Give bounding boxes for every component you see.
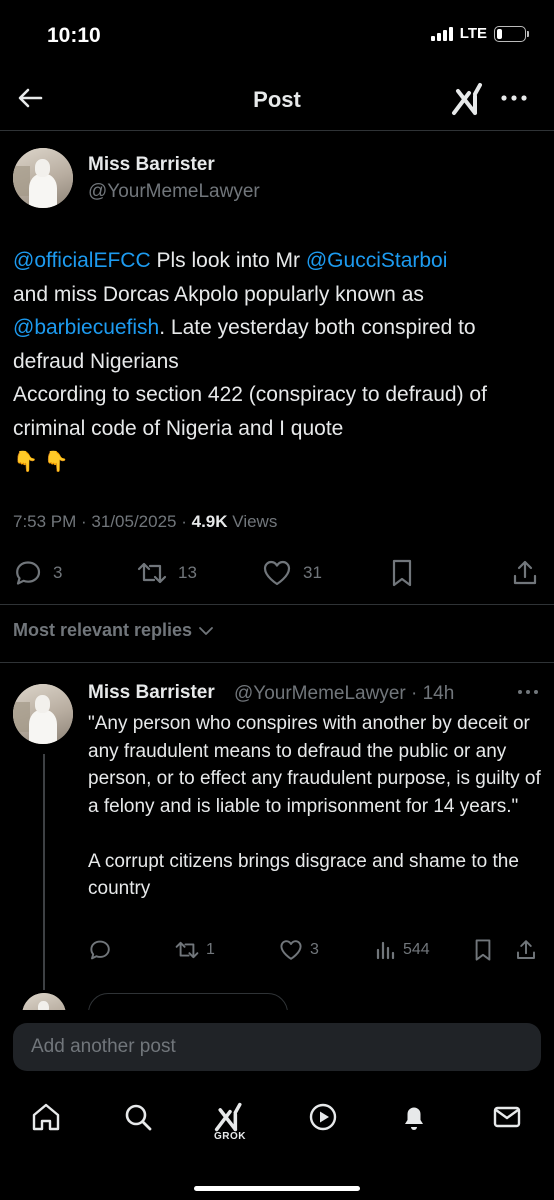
reply-repost-count: 1 (206, 941, 215, 958)
bottom-nav: GROK (0, 1085, 554, 1200)
bookmark-icon (392, 559, 412, 587)
reply-more-icon[interactable] (515, 682, 541, 702)
reply-author-avatar[interactable] (13, 684, 73, 744)
search-icon[interactable] (120, 1099, 156, 1135)
compose-input[interactable]: Add another post (13, 1023, 541, 1071)
post-meta: 7:53 PM · 31/05/2025 · 4.9K Views (13, 512, 278, 531)
home-icon[interactable] (28, 1099, 64, 1135)
network-label: LTE (459, 25, 487, 42)
share-icon (513, 560, 537, 585)
status-bar: 10:10 LTE (0, 0, 554, 70)
compose-placeholder: Add another post (31, 1036, 176, 1057)
post-body: @officialEFCC Pls look into Mr @GucciSta… (13, 244, 538, 480)
mention-link[interactable]: @officialEFCC (13, 249, 151, 272)
bookmark-button[interactable] (389, 558, 415, 588)
mention-link[interactable]: @barbiecuefish (13, 316, 159, 339)
heart-icon (263, 560, 291, 586)
reply-button[interactable]: 3 (13, 558, 62, 588)
heart-icon (280, 940, 302, 960)
status-time: 10:10 (47, 24, 101, 47)
views-count: 4.9K (191, 512, 228, 531)
post-text-segment: Pls look into Mr (150, 249, 306, 272)
reply-share-button[interactable] (514, 938, 538, 962)
mention-link[interactable]: @GucciStarboi (306, 249, 448, 272)
grok-icon[interactable] (212, 1099, 248, 1135)
like-count: 31 (303, 563, 322, 582)
reply-handle-text: @YourMemeLawyer (234, 683, 406, 704)
more-options-icon[interactable] (497, 86, 531, 110)
notifications-icon[interactable] (396, 1099, 432, 1135)
grok-icon[interactable] (451, 82, 487, 116)
replies-divider (0, 662, 554, 663)
repost-button[interactable]: 13 (136, 558, 197, 588)
reply-like-count: 3 (310, 941, 319, 958)
repost-icon (137, 562, 167, 584)
share-icon (517, 940, 535, 959)
pointing-down-emoji: 👇 👇 (13, 451, 69, 473)
like-button[interactable]: 31 (261, 558, 322, 588)
reply-body: "Any person who conspires with another b… (88, 710, 543, 903)
replies-sort-dropdown[interactable]: Most relevant replies (13, 620, 214, 641)
status-indicators: LTE (430, 25, 529, 42)
video-icon[interactable] (305, 1099, 341, 1135)
reply-paragraph: A corrupt citizens brings disgrace and s… (88, 850, 519, 900)
chevron-down-icon (199, 626, 213, 635)
home-indicator (194, 1186, 360, 1191)
battery-icon (494, 25, 529, 42)
reply-like-button[interactable]: 3 (278, 938, 319, 962)
reply-reply-button[interactable] (88, 938, 112, 962)
reply-paragraph: "Any person who conspires with another b… (88, 713, 541, 817)
reply-author-name[interactable]: Miss Barrister (88, 682, 215, 704)
bookmark-icon (475, 939, 491, 961)
author-name[interactable]: Miss Barrister (88, 154, 215, 176)
repost-count: 13 (178, 563, 197, 582)
reply-count: 3 (53, 563, 63, 582)
reply-views-count: 544 (403, 941, 430, 958)
messages-icon[interactable] (489, 1099, 525, 1135)
post-text-segment: According to section 422 (conspiracy to … (13, 383, 487, 440)
post-time: 7:53 PM (13, 512, 77, 531)
reply-age: 14h (422, 683, 455, 704)
post-date: 31/05/2025 (91, 512, 177, 531)
signal-icon (430, 26, 453, 41)
grok-label: GROK (214, 1131, 246, 1142)
reply-views-button[interactable]: 544 (375, 938, 430, 962)
repost-icon (175, 941, 199, 959)
reply-actions: 1 3 544 (0, 938, 554, 964)
author-avatar[interactable] (13, 148, 73, 208)
reply-bookmark-button[interactable] (472, 938, 494, 962)
top-bar: Post (0, 70, 554, 130)
post-text-segment: and miss Dorcas Akpolo popularly known a… (13, 282, 424, 306)
author-handle[interactable]: @YourMemeLawyer (88, 181, 260, 203)
reply-icon (90, 940, 110, 960)
reply-icon (16, 561, 41, 585)
views-label: Views (232, 512, 278, 531)
reply-repost-button[interactable]: 1 (174, 938, 215, 962)
share-button[interactable] (511, 558, 539, 588)
actions-divider (0, 604, 554, 605)
analytics-icon (376, 941, 395, 960)
reply-author-handle[interactable]: @YourMemeLawyer · 14h (234, 683, 454, 705)
battery-level (497, 28, 503, 39)
replies-sort-label: Most relevant replies (13, 620, 193, 640)
post-actions: 3 13 31 (0, 558, 554, 588)
header-divider (0, 130, 554, 131)
